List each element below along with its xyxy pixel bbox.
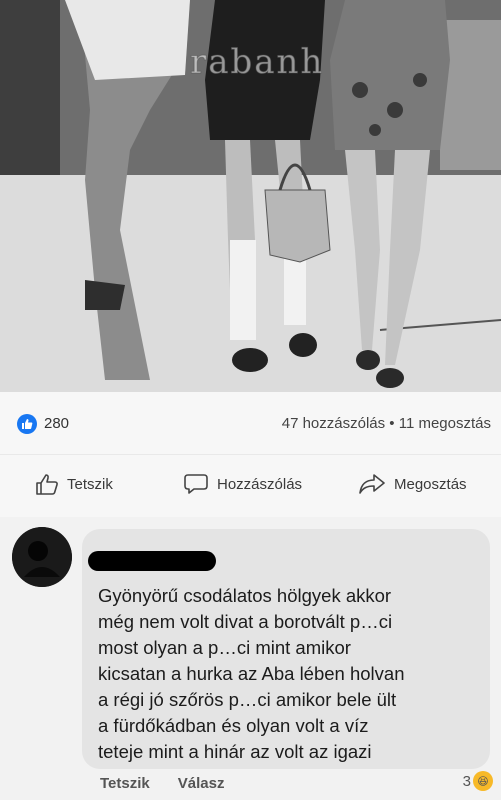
redacted-commenter-name: [88, 551, 216, 571]
comment-button-label: Hozzászólás: [217, 475, 303, 493]
commenter-avatar[interactable]: [12, 527, 72, 587]
comment-reaction-count: 3: [462, 772, 471, 790]
comment-text: Gyönyörű csodálatos hölgyek akkor még ne…: [98, 585, 405, 762]
comment-section: Gyönyörű csodálatos hölgyek akkor még ne…: [0, 517, 501, 800]
like-button[interactable]: Tetszik: [35, 473, 113, 495]
comment-bubble: Gyönyörű csodálatos hölgyek akkor még ne…: [82, 529, 490, 769]
photo-watermark: rabanh: [189, 42, 325, 83]
comment-actions: Tetszik Válasz: [100, 775, 224, 792]
thumbs-up-icon: [22, 419, 33, 429]
share-button[interactable]: Megosztás: [358, 473, 467, 495]
thumbs-up-outline-icon: [36, 474, 58, 495]
avatar-image: [12, 527, 72, 587]
speech-bubble-icon: [184, 474, 208, 494]
post-photo[interactable]: rabanh: [0, 0, 501, 392]
comment-reply-button[interactable]: Válasz: [178, 775, 225, 792]
post-action-bar: Tetszik Hozzászólás Megosztás: [0, 455, 501, 517]
like-button-label: Tetszik: [67, 475, 113, 493]
like-badge-icon: [17, 414, 37, 434]
share-arrow-icon: [359, 474, 385, 494]
share-button-label: Megosztás: [394, 475, 467, 493]
post-stats-bar: 280 47 hozzászólás • 11 megosztás: [0, 392, 501, 454]
comment-like-button[interactable]: Tetszik: [100, 775, 150, 792]
like-count[interactable]: 280: [44, 415, 69, 432]
comment-reactions[interactable]: 3 😆: [463, 771, 493, 791]
haha-reaction-icon: 😆: [473, 771, 493, 791]
comment-button[interactable]: Hozzászólás: [183, 473, 302, 495]
comments-shares-count[interactable]: 47 hozzászólás • 11 megosztás: [282, 415, 491, 432]
